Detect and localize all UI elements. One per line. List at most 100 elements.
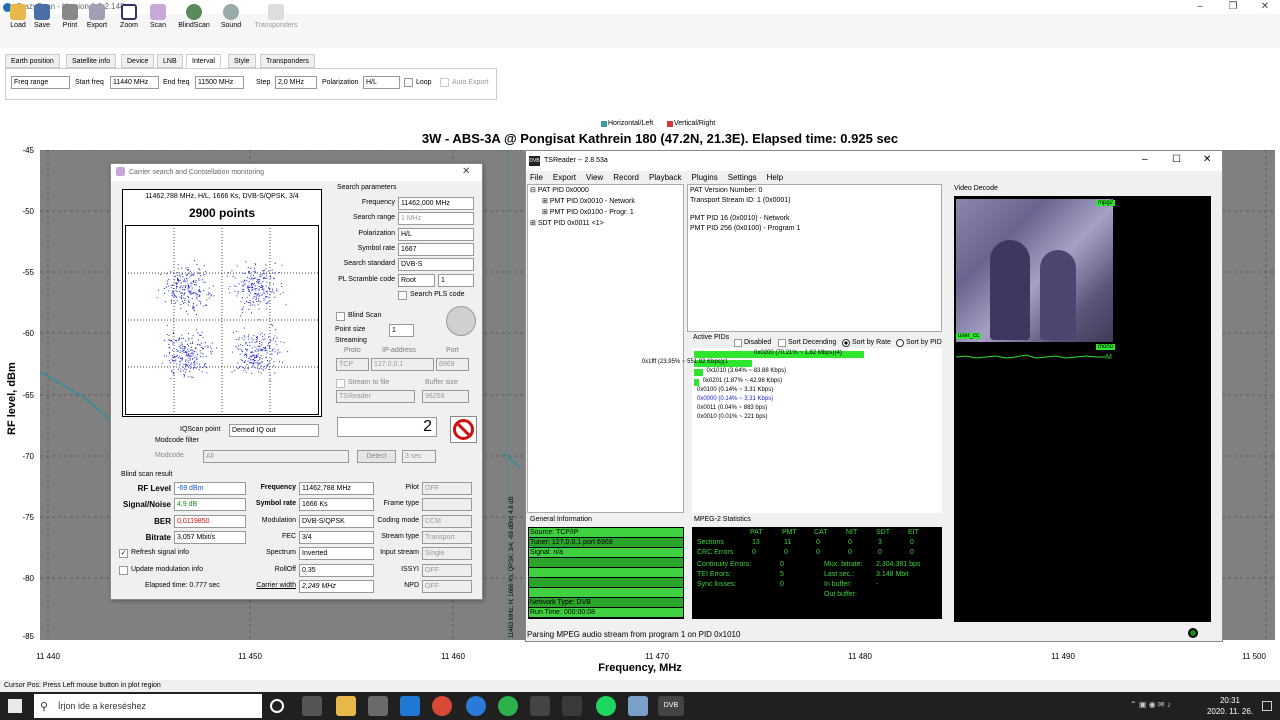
task-view-icon[interactable]	[302, 696, 322, 716]
pid-row[interactable]: 0x0011 (0.04% ~ 883 bps)	[697, 405, 767, 411]
constellation-point	[244, 283, 246, 285]
file-explorer-icon[interactable]	[336, 696, 356, 716]
target-select[interactable]: TSReader	[336, 390, 415, 403]
menu-help[interactable]: Help	[767, 173, 783, 182]
sort-pid-radio[interactable]	[896, 339, 904, 347]
tsreader-minimize-button[interactable]: –	[1142, 154, 1148, 165]
pid-row[interactable]: 0x0201 (1.87% ~ 42.98 Kbps)	[703, 378, 783, 384]
tree-item[interactable]: ⊞ PMT PID 0x0100 - Progr. 1	[542, 207, 634, 218]
start-button[interactable]	[8, 699, 22, 713]
sp-frequency-input[interactable]: 11462,000 MHz	[398, 197, 474, 210]
constellation-point	[271, 269, 273, 271]
tab-earth-position[interactable]: Earth position	[5, 54, 60, 68]
menu-playback[interactable]: Playback	[649, 173, 681, 182]
export-button[interactable]: Export	[83, 2, 111, 34]
sound-button[interactable]: Sound	[217, 2, 245, 34]
close-button[interactable]: ✕	[1250, 0, 1280, 14]
scan-button[interactable]: Scan	[144, 2, 172, 34]
range-mode-select[interactable]: Freq range	[11, 76, 70, 89]
sp-pl-scramble-select[interactable]: Root	[398, 274, 435, 287]
constellation-point	[171, 371, 173, 373]
pid-row[interactable]: 0x1010 (3.64% ~ 83.88 Kbps)	[707, 368, 787, 374]
zoom-button[interactable]: Zoom	[115, 2, 143, 34]
cortana-icon[interactable]	[270, 699, 284, 713]
tab-device[interactable]: Device	[121, 54, 155, 68]
constellation-point	[204, 365, 205, 367]
constellation-point	[190, 292, 192, 294]
sp-search-standard-select[interactable]: DVB-S	[398, 258, 474, 271]
menu-record[interactable]: Record	[613, 173, 639, 182]
detect-sec-input[interactable]: 3 sec	[402, 450, 436, 463]
constellation-point	[173, 288, 174, 290]
port-input[interactable]: 6969	[436, 358, 469, 371]
iqscan-point-select[interactable]: Demod IQ out	[229, 424, 319, 437]
step-input[interactable]: 2,0 MHz	[275, 76, 317, 89]
point-size-input[interactable]: 1	[389, 324, 414, 337]
tab-satellite-info[interactable]: Satellite info	[66, 54, 117, 68]
tree-item[interactable]: ⊞ SDT PID 0x0011 <1>	[530, 218, 604, 229]
blindscan-button[interactable]: BlindScan	[176, 2, 212, 34]
refresh-signal-checkbox[interactable]: ✓	[119, 549, 128, 558]
notification-icon[interactable]	[1262, 701, 1272, 711]
app-icon[interactable]	[628, 696, 648, 716]
tab-style[interactable]: Style	[228, 54, 256, 68]
constellation-point	[195, 294, 197, 296]
update-modulation-checkbox[interactable]	[119, 566, 128, 575]
proto-select[interactable]: TCP	[336, 358, 369, 371]
menu-settings[interactable]: Settings	[728, 173, 757, 182]
tsreader-maximize-button[interactable]: ☐	[1172, 154, 1181, 165]
tree-item[interactable]: ⊞ PMT PID 0x0010 - Network	[542, 196, 635, 207]
auto-export-checkbox[interactable]	[440, 78, 449, 87]
sort-desc-checkbox[interactable]	[778, 339, 786, 347]
tab-transponders[interactable]: Transponders	[260, 54, 315, 68]
mail-icon[interactable]	[400, 696, 420, 716]
buffer-size-input[interactable]: 96256	[422, 390, 469, 403]
modcode-select[interactable]: All	[203, 450, 349, 463]
polarization-select[interactable]: H/L	[363, 76, 400, 89]
sp-polarization-select[interactable]: H/L	[398, 228, 474, 241]
spotify-icon[interactable]	[596, 696, 616, 716]
sp-symbol-rate-input[interactable]: 1667	[398, 243, 474, 256]
calculator-icon[interactable]	[530, 696, 550, 716]
print-button[interactable]: Print	[56, 2, 84, 34]
tsreader-taskbar-icon[interactable]: DVB	[658, 696, 684, 716]
transponders-button[interactable]: Transponders	[252, 2, 300, 34]
menu-export[interactable]: Export	[553, 173, 576, 182]
save-button[interactable]: Save	[28, 2, 56, 34]
pid-row[interactable]: 0x1fff (23.95% ~ 551.82 Kbps)(1	[642, 359, 728, 365]
blind-scan-checkbox[interactable]	[336, 312, 345, 321]
menu-file[interactable]: File	[530, 173, 543, 182]
loop-checkbox[interactable]	[404, 78, 413, 87]
constellation-point	[257, 298, 259, 300]
app-icon[interactable]	[562, 696, 582, 716]
maximize-button[interactable]: ❐	[1218, 0, 1248, 14]
dialog-close-icon[interactable]: ✕	[462, 166, 470, 177]
chrome-icon[interactable]	[432, 696, 452, 716]
sp-search-range-input[interactable]: 1 MHz	[398, 212, 474, 225]
tsreader-close-button[interactable]: ✕	[1203, 154, 1211, 165]
pid-row[interactable]: 0x0200 (70.21% ~ 1.82 Mbps)(4)	[754, 350, 842, 356]
menu-view[interactable]: View	[586, 173, 603, 182]
pid-row[interactable]: 0x0000 (0.14% ~ 3.31 Kbps)	[697, 396, 773, 402]
start-freq-input[interactable]: 11440 MHz	[110, 76, 159, 89]
sp-pl-number-input[interactable]: 1	[438, 274, 474, 287]
search-pls-checkbox[interactable]	[398, 291, 407, 300]
tab-interval[interactable]: Interval	[186, 54, 221, 68]
minimize-button[interactable]: –	[1185, 0, 1215, 14]
ip-select[interactable]: 127.0.0.1	[371, 358, 434, 371]
tree-item[interactable]: ⊟ PAT PID 0x0000	[530, 185, 589, 196]
store-icon[interactable]	[368, 696, 388, 716]
browser-icon[interactable]	[466, 696, 486, 716]
tab-lnb[interactable]: LNB	[157, 54, 183, 68]
whatsapp-icon[interactable]	[498, 696, 518, 716]
sort-rate-radio[interactable]	[842, 339, 850, 347]
pid-row[interactable]: 0x0100 (0.14% ~ 3.31 Kbps)	[697, 387, 773, 393]
detect-button[interactable]: Detect	[357, 450, 396, 463]
pid-row[interactable]: 0x0010 (0.01% ~ 221 bps)	[697, 414, 768, 420]
stream-to-file-checkbox[interactable]	[336, 379, 345, 388]
menu-plugins[interactable]: Plugins	[691, 173, 717, 182]
blind-scan-dish-icon[interactable]	[446, 306, 476, 336]
constellation-point	[240, 301, 242, 303]
disabled-checkbox[interactable]	[734, 339, 742, 347]
end-freq-input[interactable]: 11500 MHz	[195, 76, 244, 89]
